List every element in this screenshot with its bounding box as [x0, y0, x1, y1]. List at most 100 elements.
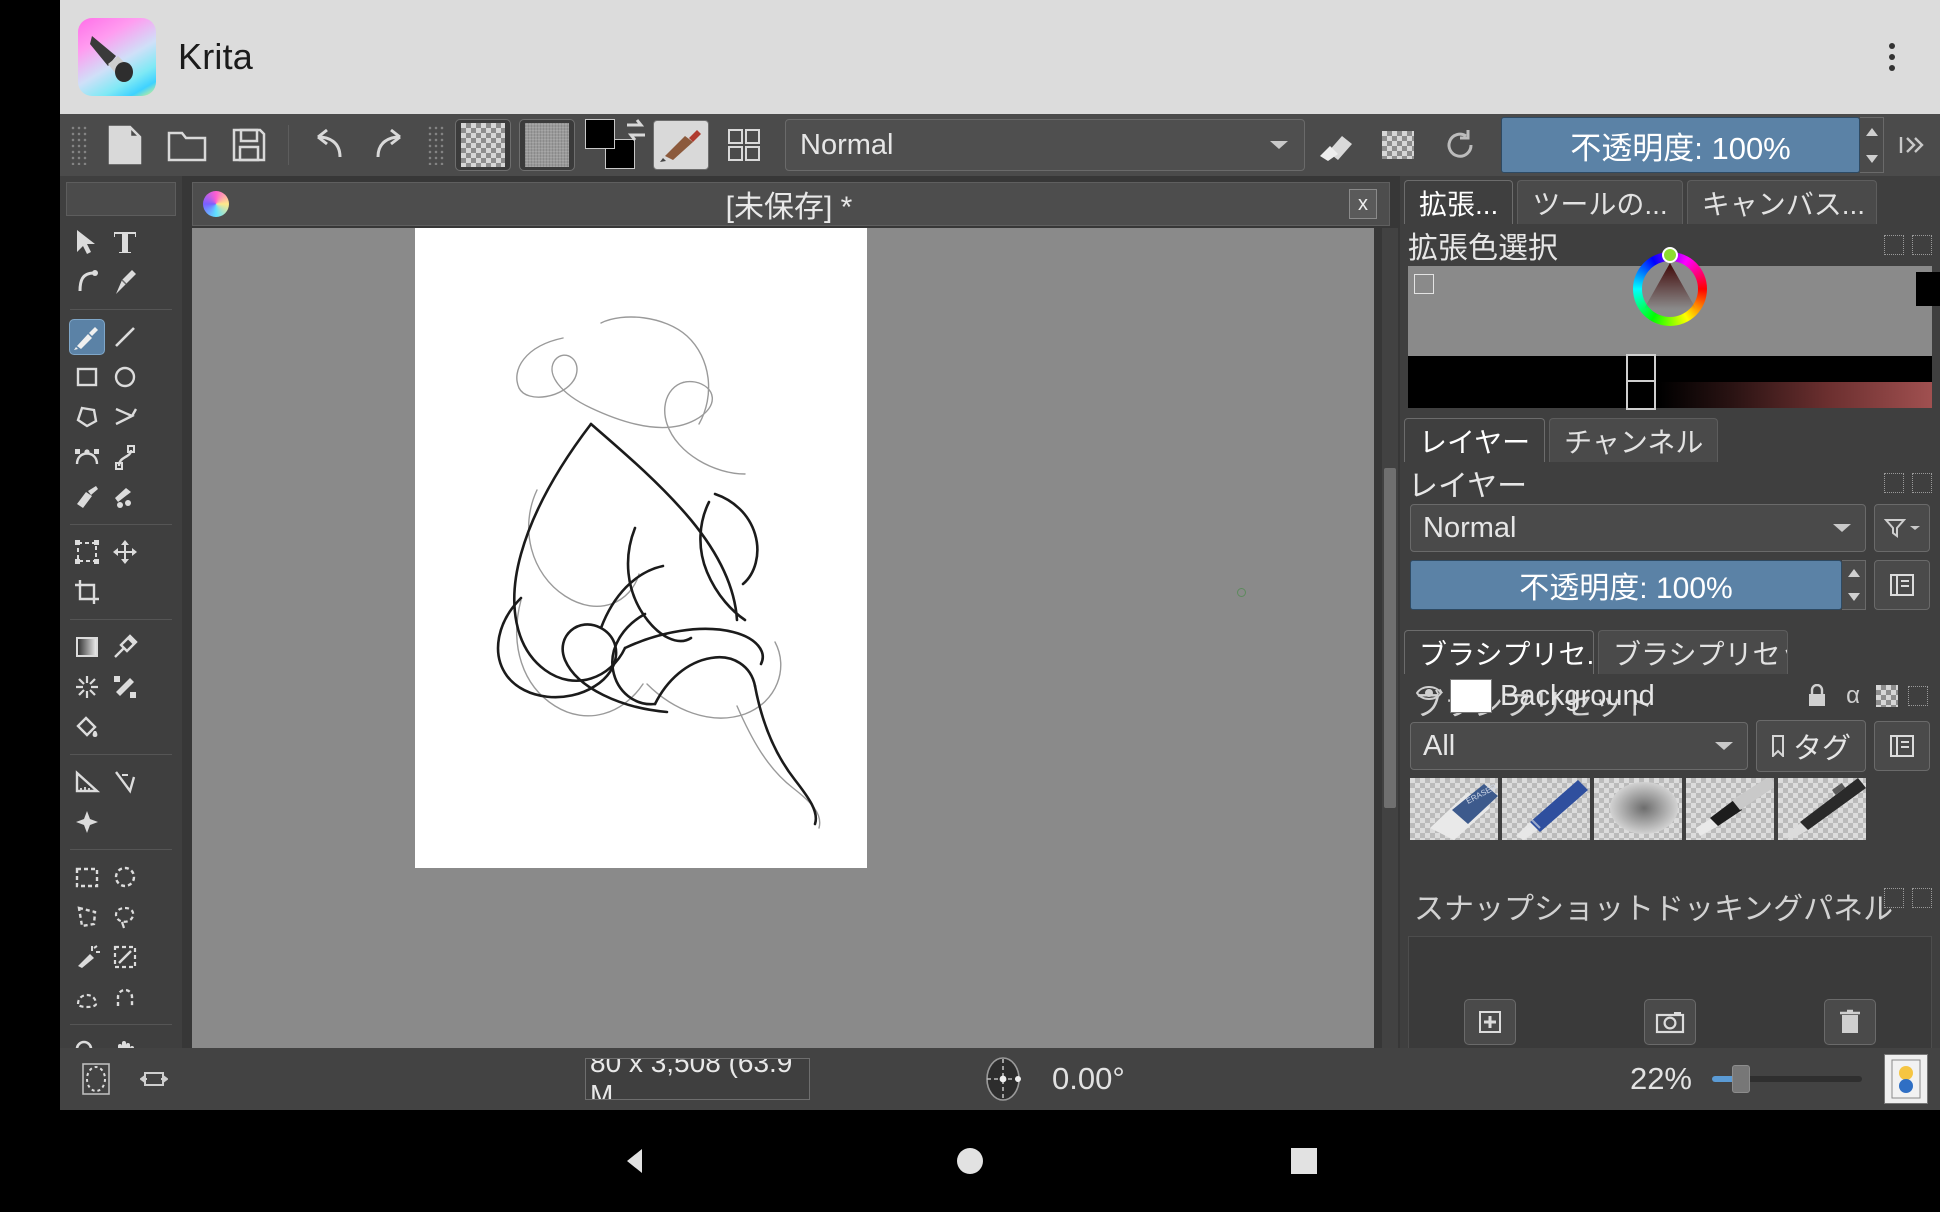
layer-alpha-checker-icon[interactable] — [1876, 685, 1898, 707]
add-snapshot-icon[interactable] — [1464, 999, 1516, 1045]
tab-canvas-input[interactable]: キャンバス... — [1686, 180, 1877, 224]
preset-tag-filter-combo[interactable]: All — [1410, 722, 1748, 770]
opacity-step-up-icon[interactable] — [1860, 118, 1883, 145]
preset-pencil[interactable] — [1778, 778, 1866, 840]
preset-airbrush-soft[interactable] — [1594, 778, 1682, 840]
new-file-icon[interactable] — [97, 120, 153, 170]
edit-shape-icon[interactable] — [69, 264, 105, 300]
polyline-icon[interactable] — [107, 399, 143, 435]
drag-grip-icon[interactable] — [70, 125, 88, 165]
android-recents-icon[interactable] — [1287, 1144, 1321, 1178]
magic-wand-icon[interactable] — [69, 939, 105, 975]
vertical-scroll-thumb[interactable] — [1384, 468, 1396, 808]
reload-preset-icon[interactable] — [1432, 120, 1488, 170]
document-size-field[interactable]: 80 x 3,508 (63.9 M — [585, 1058, 810, 1100]
transform-icon[interactable] — [69, 534, 105, 570]
lasso-select-icon[interactable] — [107, 899, 143, 935]
mirror-axis-handle[interactable] — [1237, 588, 1246, 597]
advanced-color-selector[interactable] — [1408, 247, 1932, 356]
close-docker-icon[interactable] — [1912, 235, 1932, 255]
saturation-strip[interactable] — [1408, 380, 1932, 410]
measure-ruler-icon[interactable] — [69, 764, 105, 800]
layer-opacity-slider[interactable]: 不透明度: 100% — [1410, 560, 1842, 610]
saturation-strip-cursor[interactable] — [1626, 380, 1656, 410]
trash-delete-icon[interactable] — [1824, 999, 1876, 1045]
brush-opacity-stepper[interactable] — [1860, 117, 1884, 173]
zoom-slider-handle[interactable] — [1732, 1065, 1750, 1093]
brush-preset-icon[interactable] — [653, 120, 709, 170]
value-strip[interactable] — [1408, 354, 1932, 384]
transparency-checker-swatch[interactable] — [455, 119, 511, 171]
redo-icon[interactable] — [362, 120, 418, 170]
canvas-viewport[interactable] — [192, 228, 1374, 1048]
sidebar-item-freehand-brush[interactable] — [69, 319, 105, 355]
layer-blend-combo[interactable]: Normal — [1410, 504, 1866, 552]
preserve-alpha-icon[interactable] — [1370, 120, 1426, 170]
canvas-thumbnail-icon[interactable] — [1884, 1054, 1928, 1104]
line-icon[interactable] — [107, 319, 143, 355]
swap-colors-icon[interactable] — [623, 117, 649, 143]
canvas-rotation-icon[interactable] — [980, 1055, 1026, 1103]
blend-mode-combo[interactable]: Normal — [785, 119, 1305, 171]
polygon-select-icon[interactable] — [69, 899, 105, 935]
assistant-icon[interactable] — [69, 804, 105, 840]
float-docker-icon[interactable] — [1884, 473, 1904, 493]
brush-opacity-slider[interactable]: 不透明度: 100% — [1501, 117, 1860, 173]
preset-ink-pen[interactable] — [1502, 778, 1590, 840]
workspace-chooser-icon[interactable] — [716, 120, 772, 170]
camera-snapshot-icon[interactable] — [1644, 999, 1696, 1045]
close-icon[interactable]: x — [1349, 189, 1377, 219]
calligraphy-pen-icon[interactable] — [107, 264, 143, 300]
tab-brush-preset-history[interactable]: ブラシプリセット... — [1598, 630, 1788, 674]
lock-icon[interactable] — [1804, 681, 1830, 711]
dynamic-brush-icon[interactable] — [69, 479, 105, 515]
layer-opacity-step-up-icon[interactable] — [1842, 561, 1865, 585]
tab-brush-presets[interactable]: ブラシプリセ... — [1404, 630, 1594, 674]
float-docker-icon[interactable] — [1884, 235, 1904, 255]
kebab-menu-icon[interactable] — [1864, 43, 1920, 71]
preset-settings-icon[interactable] — [1874, 721, 1930, 771]
current-color-swatch[interactable] — [1916, 272, 1940, 306]
tab-advanced-color-selector[interactable]: 拡張... — [1404, 180, 1514, 224]
tab-channels[interactable]: チャンネル — [1549, 418, 1719, 462]
tab-tool-options[interactable]: ツールの... — [1517, 180, 1683, 224]
tag-button[interactable]: タグ — [1755, 720, 1866, 772]
eyedropper-icon[interactable] — [107, 629, 143, 665]
filter-funnel-icon[interactable] — [1874, 504, 1930, 552]
gradient-icon[interactable] — [69, 629, 105, 665]
save-file-icon[interactable] — [221, 120, 277, 170]
opacity-step-down-icon[interactable] — [1860, 145, 1883, 172]
selection-mask-icon[interactable] — [74, 1059, 118, 1099]
rect-select-icon[interactable] — [69, 859, 105, 895]
foreground-color-swatch[interactable] — [585, 119, 615, 149]
layer-opacity-stepper[interactable] — [1842, 560, 1866, 610]
preset-eraser-soft[interactable]: ERASER — [1410, 778, 1498, 840]
android-back-icon[interactable] — [619, 1144, 653, 1178]
ellipse-icon[interactable] — [107, 359, 143, 395]
float-docker-icon[interactable] — [1884, 888, 1904, 908]
android-home-icon[interactable] — [953, 1144, 987, 1178]
crop-icon[interactable] — [69, 574, 105, 610]
selector-settings-icon[interactable] — [1414, 274, 1434, 294]
toolbar-overflow-icon[interactable] — [1884, 134, 1936, 156]
rectangle-icon[interactable] — [69, 359, 105, 395]
preset-ink-gpen[interactable] — [1686, 778, 1774, 840]
zoom-slider[interactable] — [1712, 1065, 1862, 1093]
colorize-mask-icon[interactable] — [69, 669, 105, 705]
layer-row-background[interactable]: Background α — [1410, 674, 1934, 718]
multibrush-icon[interactable] — [107, 479, 143, 515]
eraser-toggle-icon[interactable] — [1308, 120, 1364, 170]
canvas-vertical-scrollbar[interactable] — [1382, 228, 1398, 1048]
close-docker-icon[interactable] — [1912, 473, 1932, 493]
hue-marker[interactable] — [1662, 247, 1678, 263]
ellipse-select-icon[interactable] — [107, 859, 143, 895]
freehand-path-icon[interactable] — [107, 439, 143, 475]
open-file-icon[interactable] — [159, 120, 215, 170]
close-docker-icon[interactable] — [1912, 888, 1932, 908]
similar-select-icon[interactable] — [107, 939, 143, 975]
fit-canvas-icon[interactable] — [132, 1059, 176, 1099]
magnetic-select-icon[interactable] — [107, 979, 143, 1015]
tab-layers[interactable]: レイヤー — [1404, 418, 1546, 462]
move-icon[interactable] — [107, 534, 143, 570]
text-icon[interactable] — [107, 224, 143, 260]
